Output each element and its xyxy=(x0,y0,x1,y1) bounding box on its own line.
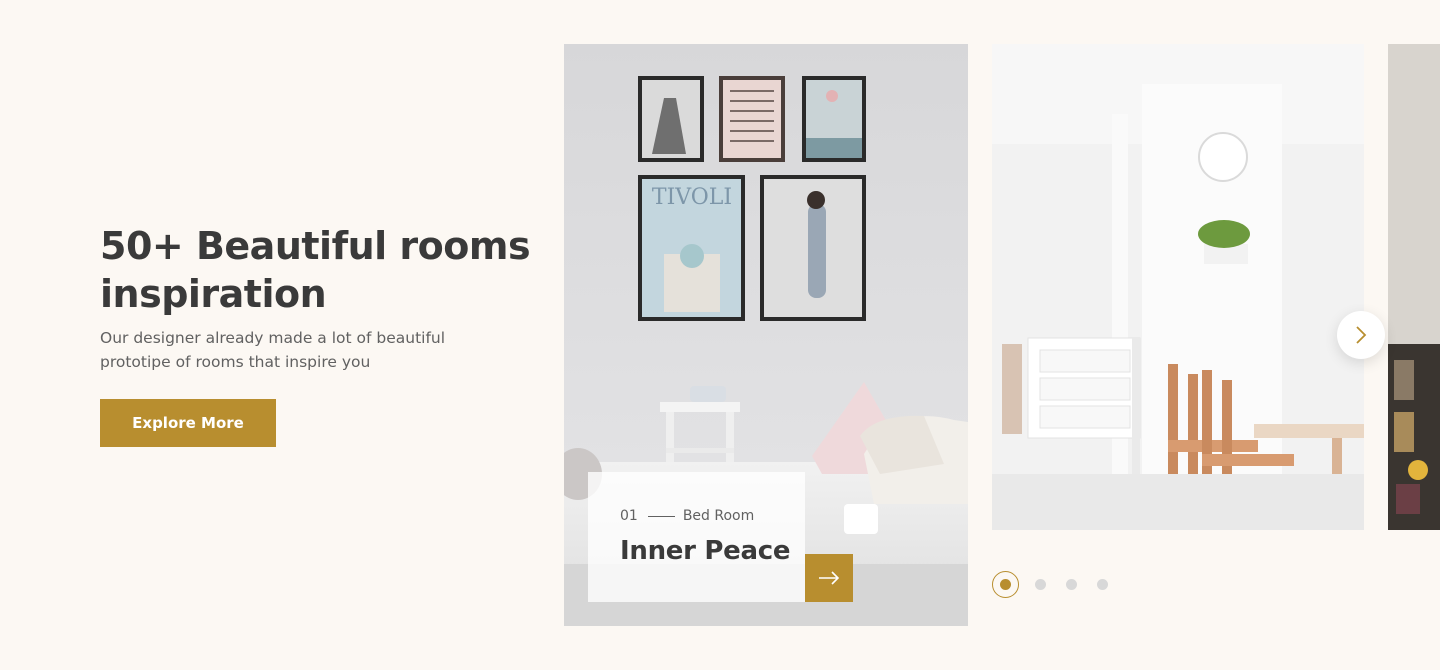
inspiration-hero: 50+ Beautiful rooms inspiration Our desi… xyxy=(0,0,1440,670)
hero-description: Our designer already made a lot of beaut… xyxy=(100,329,446,371)
explore-more-button[interactable]: Explore More xyxy=(100,399,276,447)
slide-title: Inner Peace xyxy=(620,536,791,566)
slide-3[interactable] xyxy=(1388,44,1440,530)
slider-pagination xyxy=(992,570,1128,598)
caption-divider xyxy=(647,515,675,517)
slide-2[interactable] xyxy=(992,44,1364,530)
open-slide-button[interactable] xyxy=(805,554,853,602)
hero-title: 50+ Beautiful rooms inspiration xyxy=(100,224,531,316)
active-dot-fill xyxy=(1000,578,1011,590)
caption-meta: 01 Bed Room xyxy=(620,508,754,524)
intro-block: 50+ Beautiful rooms inspiration Our desi… xyxy=(100,222,540,447)
pagination-dot-active[interactable] xyxy=(992,570,1019,598)
svg-text:TIVOLI: TIVOLI xyxy=(652,185,732,210)
slide-number: 01 xyxy=(620,508,638,524)
next-slide-button[interactable] xyxy=(1337,311,1385,359)
pagination-dot[interactable] xyxy=(1097,578,1108,590)
kitchen-photo xyxy=(1388,44,1440,530)
slide-category: Bed Room xyxy=(682,508,755,524)
slide-caption: 01 Bed Room Inner Peace xyxy=(588,472,805,602)
pagination-dot[interactable] xyxy=(1035,578,1046,590)
arrow-right-icon xyxy=(819,571,840,585)
chevron-right-icon xyxy=(1356,326,1367,344)
dining-room-photo xyxy=(992,44,1364,530)
pagination-dot[interactable] xyxy=(1066,578,1077,590)
slide-active[interactable]: TIVOLI 01 Bed Room Inner Peace xyxy=(564,44,968,626)
